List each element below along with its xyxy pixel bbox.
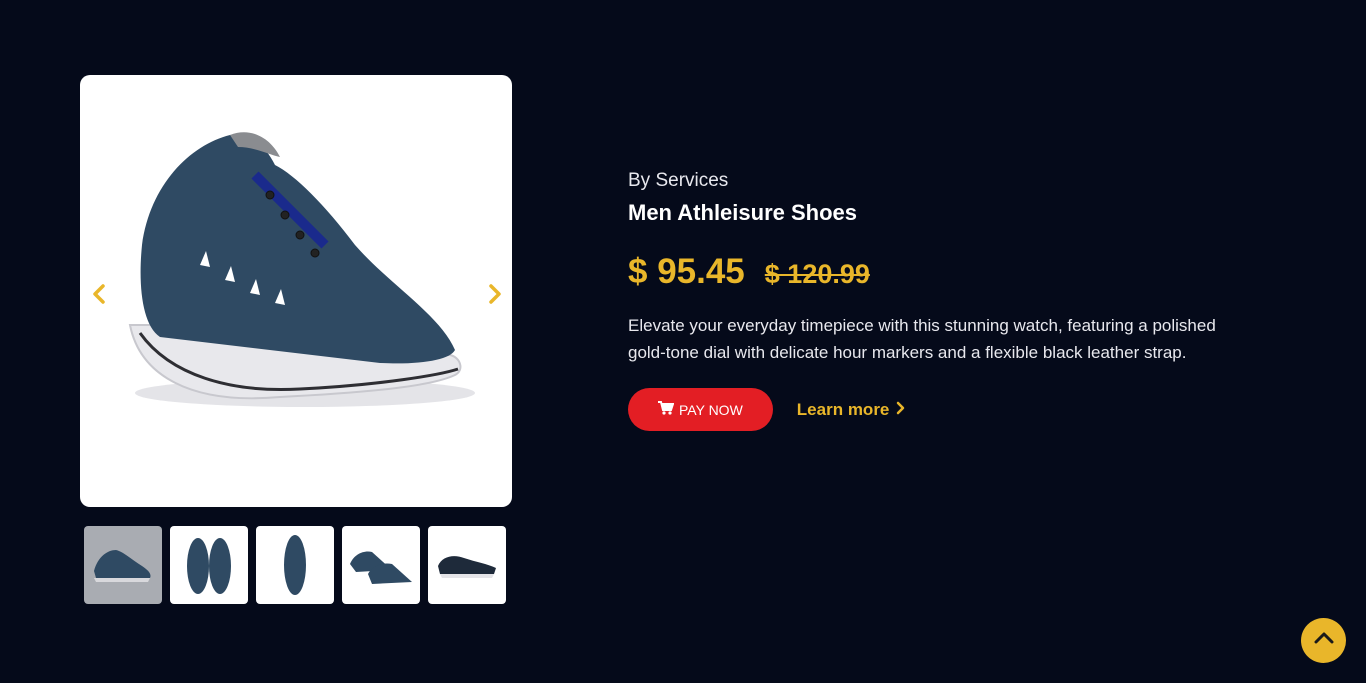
thumbnail-4[interactable] (342, 526, 420, 604)
chevron-left-icon (91, 283, 107, 309)
carousel-next-button[interactable] (480, 281, 510, 311)
price-row: $ 95.45 $ 120.99 (628, 252, 1268, 292)
original-price: $ 120.99 (764, 259, 870, 289)
product-actions: PAY NOW Learn more (628, 388, 1268, 431)
cart-icon (658, 401, 675, 418)
thumbnail-2[interactable] (170, 526, 248, 604)
product-page: By Services Men Athleisure Shoes $ 95.45… (0, 0, 1366, 683)
product-brand: By Services (628, 170, 729, 191)
product-info: By Services Men Athleisure Shoes $ 95.45… (628, 170, 1268, 431)
scroll-to-top-button[interactable] (1301, 618, 1346, 663)
learn-more-link[interactable]: Learn more (797, 400, 906, 420)
product-main-image (80, 75, 512, 507)
product-description: Elevate your everyday timepiece with thi… (628, 316, 1216, 362)
thumbnail-3[interactable] (256, 526, 334, 604)
chevron-up-icon (1314, 631, 1334, 650)
thumbnail-5[interactable] (428, 526, 506, 604)
pay-now-button[interactable]: PAY NOW (628, 388, 773, 431)
carousel-prev-button[interactable] (84, 281, 114, 311)
pay-now-label: PAY NOW (679, 401, 743, 418)
chevron-right-icon (487, 283, 503, 309)
current-price: $ 95.45 (628, 252, 745, 291)
thumbnail-strip (84, 526, 506, 604)
product-title: Men Athleisure Shoes (628, 200, 858, 225)
chevron-right-icon (895, 400, 905, 420)
thumbnail-1[interactable] (84, 526, 162, 604)
learn-more-label: Learn more (796, 399, 890, 419)
